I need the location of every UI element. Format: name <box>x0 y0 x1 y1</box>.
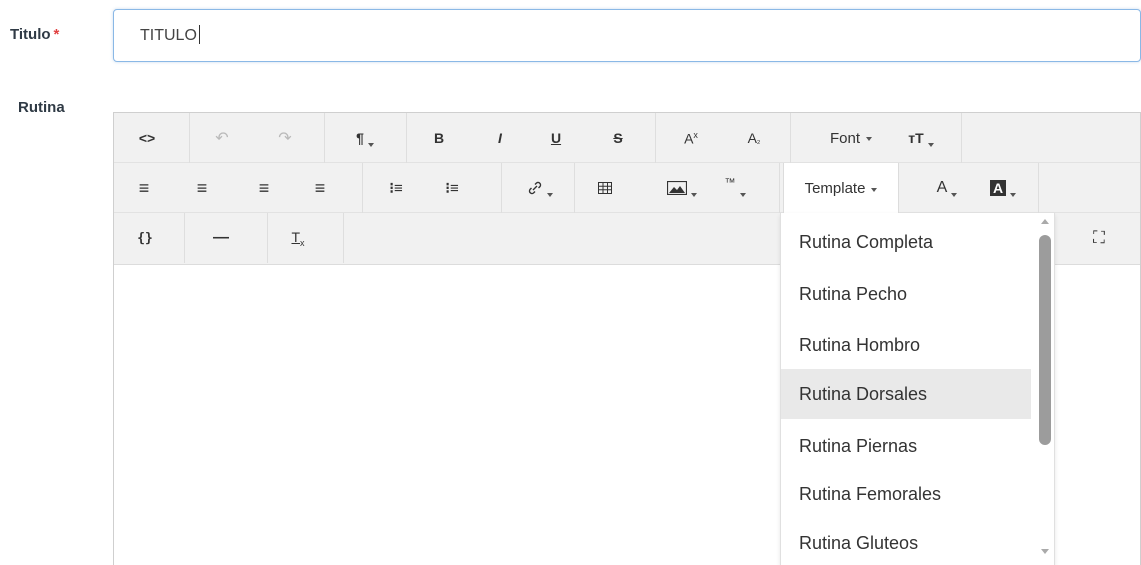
template-item-hombro[interactable]: Rutina Hombro <box>781 320 1031 370</box>
background-color-button[interactable]: A <box>987 163 1019 213</box>
required-mark: * <box>53 26 60 43</box>
paragraph-icon: ¶ <box>356 130 364 146</box>
fullscreen-button[interactable]: ⛶ <box>1084 213 1114 263</box>
undo-button[interactable]: ↶ <box>211 113 233 163</box>
font-color-icon: A <box>936 179 948 196</box>
chevron-down-icon <box>547 193 553 197</box>
italic-icon: I <box>498 130 502 146</box>
chevron-down-icon <box>1010 193 1017 197</box>
title-input-value: TITULO <box>140 27 197 44</box>
align-left-button[interactable]: ≡ <box>134 163 154 213</box>
font-family-dropdown[interactable]: Font <box>815 113 887 163</box>
table-icon <box>598 182 612 194</box>
chevron-down-icon <box>951 193 958 197</box>
align-center-button[interactable]: ≡ <box>192 163 212 213</box>
code-view-button[interactable]: <> <box>136 113 158 163</box>
code-block-button[interactable]: {} <box>134 213 156 263</box>
underline-icon: U <box>550 130 562 146</box>
link-icon <box>528 181 542 195</box>
code-view-icon: <> <box>138 130 156 146</box>
image-icon <box>667 181 687 195</box>
ordered-list-button[interactable]: ⁝≡ <box>440 163 464 213</box>
align-center-icon: ≡ <box>196 177 208 198</box>
align-right-icon: ≡ <box>258 177 270 198</box>
horizontal-rule-button[interactable]: — <box>210 213 232 263</box>
chevron-down-icon <box>367 143 374 147</box>
unordered-list-icon: ⁝≡ <box>389 180 403 197</box>
image-button[interactable] <box>662 163 702 213</box>
superscript-button[interactable]: Ax <box>679 113 703 163</box>
underline-button[interactable]: U <box>546 113 566 163</box>
ordered-list-icon: ⁝≡ <box>445 180 459 197</box>
background-color-icon: A <box>989 180 1007 196</box>
link-button[interactable] <box>522 163 558 213</box>
chevron-down-icon <box>739 193 746 197</box>
routine-label: Rutina <box>18 99 65 116</box>
chevron-down-icon <box>866 137 872 141</box>
redo-button[interactable]: ↷ <box>274 113 296 163</box>
justify-button[interactable]: ≡ <box>310 163 330 213</box>
template-item-gluteos[interactable]: Rutina Gluteos <box>781 518 1031 565</box>
subscript-icon: A₂ <box>747 130 761 146</box>
code-block-icon: {} <box>137 230 153 246</box>
text-caret <box>198 24 200 44</box>
template-dropdown-button[interactable]: Template <box>783 163 899 214</box>
template-dropdown-menu: Rutina Completa Rutina Pecho Rutina Homb… <box>780 213 1055 565</box>
font-label: Font <box>829 129 860 147</box>
title-label-text: Titulo <box>10 26 51 43</box>
template-item-completa[interactable]: Rutina Completa <box>781 217 1031 267</box>
font-size-button[interactable]: тT <box>904 113 938 163</box>
scroll-down-arrow-icon[interactable] <box>1041 549 1049 554</box>
font-color-button[interactable]: A <box>932 163 962 213</box>
special-characters-button[interactable]: ™ <box>718 163 752 213</box>
table-button[interactable] <box>590 163 620 213</box>
chevron-down-icon <box>871 187 878 192</box>
template-label: Template <box>804 180 866 197</box>
redo-icon: ↷ <box>278 130 292 147</box>
scrollbar-thumb[interactable] <box>1039 235 1051 445</box>
trademark-icon: ™ <box>724 177 736 189</box>
superscript-icon: Ax <box>684 129 698 147</box>
align-right-button[interactable]: ≡ <box>254 163 274 213</box>
title-input[interactable]: TITULO <box>113 9 1141 62</box>
toolbar-row-1: <> ↶ ↷ ¶ B I U S Ax A₂ Font тT <box>114 113 1140 163</box>
dropdown-scrollbar[interactable] <box>1035 213 1054 565</box>
template-item-pecho[interactable]: Rutina Pecho <box>781 269 1031 319</box>
strikethrough-icon: S <box>613 130 623 146</box>
chevron-down-icon <box>927 143 934 147</box>
template-item-piernas[interactable]: Rutina Piernas <box>781 421 1031 471</box>
font-size-icon: тT <box>908 130 924 146</box>
clear-format-button[interactable]: Tx <box>286 213 310 263</box>
bold-icon: B <box>433 130 445 146</box>
align-left-icon: ≡ <box>138 177 150 198</box>
unordered-list-button[interactable]: ⁝≡ <box>384 163 408 213</box>
justify-icon: ≡ <box>314 177 326 198</box>
horizontal-rule-icon: — <box>213 229 229 246</box>
bold-button[interactable]: B <box>429 113 449 163</box>
toolbar-row-2: ≡ ≡ ≡ ≡ ⁝≡ ⁝≡ ™ Template A A <box>114 163 1140 214</box>
chevron-down-icon <box>691 193 697 197</box>
title-label: Titulo * <box>10 26 59 43</box>
fullscreen-icon: ⛶ <box>1093 228 1105 247</box>
template-item-dorsales[interactable]: Rutina Dorsales <box>781 369 1031 419</box>
paragraph-style-button[interactable]: ¶ <box>350 113 380 163</box>
italic-button[interactable]: I <box>490 113 510 163</box>
strikethrough-button[interactable]: S <box>608 113 628 163</box>
undo-icon: ↶ <box>215 130 229 147</box>
subscript-button[interactable]: A₂ <box>742 113 766 163</box>
clear-format-icon: Tx <box>291 228 305 248</box>
scroll-up-arrow-icon[interactable] <box>1041 219 1049 224</box>
template-item-femorales[interactable]: Rutina Femorales <box>781 469 1031 519</box>
